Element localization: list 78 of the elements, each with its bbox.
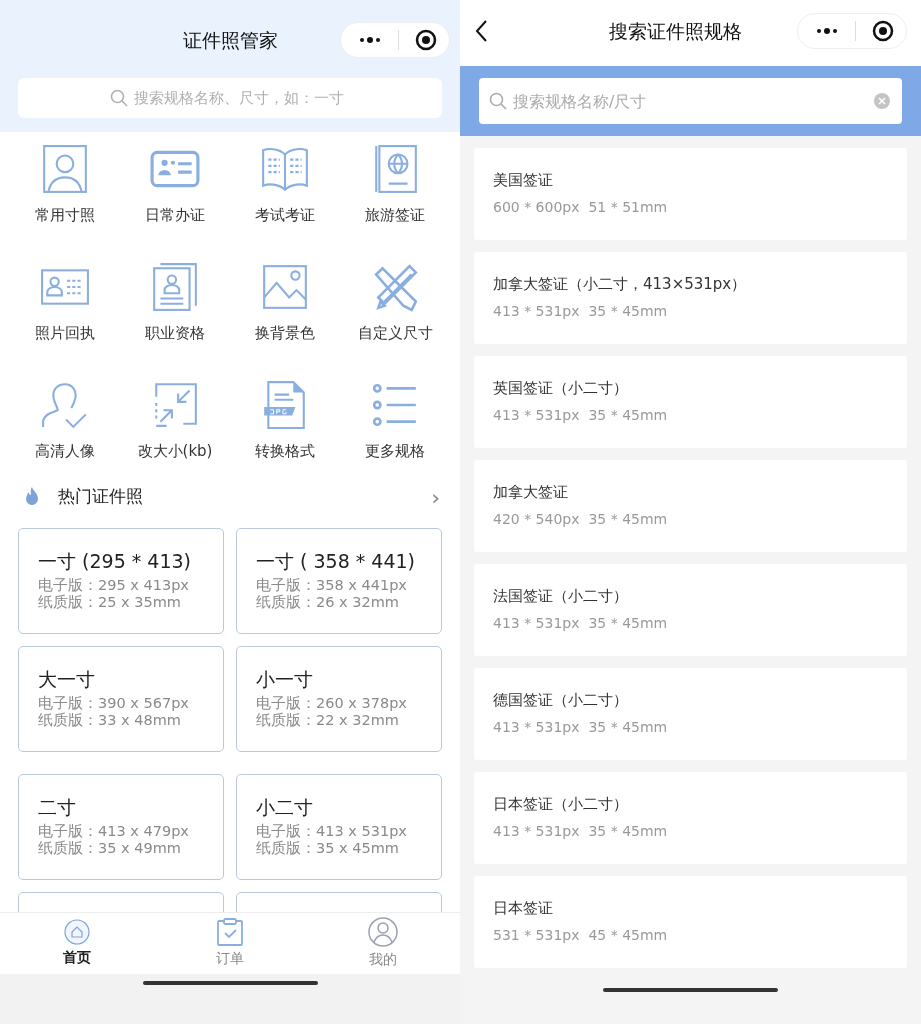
search-field[interactable]: 搜索规格名称、尺寸，如：一寸: [18, 78, 442, 118]
category-item[interactable]: 考试考证: [230, 144, 340, 234]
result-spec: 413 * 531px 35 * 45mm: [493, 614, 669, 632]
category-item[interactable]: 换背景色: [230, 262, 340, 352]
card-detail: 电子版：413 x 479px 纸质版：35 x 49mm: [38, 823, 190, 857]
category-item[interactable]: 旅游签证: [340, 144, 450, 234]
card-detail: 电子版：390 x 567px 纸质版：33 x 48mm: [38, 695, 190, 729]
landscape-image-icon: [260, 262, 310, 312]
result-name: 英国签证（小二寸）: [493, 378, 629, 398]
result-item[interactable]: 日本签证 531 * 531px 45 * 45mm: [474, 876, 907, 968]
result-spec: 413 * 531px 35 * 45mm: [493, 822, 669, 840]
clipboard-check-icon: [217, 918, 243, 946]
tab-bar-item[interactable]: 首页: [0, 913, 154, 974]
result-item[interactable]: 德国签证（小二寸） 413 * 531px 35 * 45mm: [474, 668, 907, 760]
result-spec: 531 * 531px 45 * 45mm: [493, 926, 669, 944]
more-icon: [359, 37, 381, 43]
search-icon: [110, 89, 128, 107]
card-title: 小二寸: [256, 795, 314, 819]
category-item[interactable]: 转换格式: [230, 380, 340, 470]
result-name: 加拿大签证（小二寸，413×531px）: [493, 274, 748, 294]
search-icon: [489, 92, 507, 110]
capsule-menu[interactable]: [340, 22, 450, 58]
result-item[interactable]: 英国签证（小二寸） 413 * 531px 35 * 45mm: [474, 356, 907, 448]
resume-document-icon: [150, 262, 200, 312]
result-spec: 600 * 600px 51 * 51mm: [493, 198, 669, 216]
person-card-icon: [40, 144, 90, 194]
category-item[interactable]: 照片回执: [10, 262, 120, 352]
card-detail: 电子版：413 x 531px 纸质版：35 x 45mm: [256, 823, 408, 857]
result-spec: 413 * 531px 35 * 45mm: [493, 406, 669, 424]
card-detail: 电子版：295 x 413px 纸质版：25 x 35mm: [38, 577, 190, 611]
category-item[interactable]: 职业资格: [120, 262, 230, 352]
home-icon: [63, 919, 90, 945]
card-title: 大一寸: [38, 667, 96, 691]
category-item[interactable]: 日常办证: [120, 144, 230, 234]
card-title: 一寸 (295 * 413): [38, 549, 192, 573]
result-item[interactable]: 美国签证 600 * 600px 51 * 51mm: [474, 148, 907, 240]
card-title: 一寸 ( 358 * 441): [256, 549, 416, 573]
result-name: 日本签证: [493, 898, 554, 918]
section-title: 热门证件照: [58, 485, 143, 509]
result-item[interactable]: 加拿大签证 420 * 540px 35 * 45mm: [474, 460, 907, 552]
category-item[interactable]: 高清人像: [10, 380, 120, 470]
card-detail: 电子版：358 x 441px 纸质版：26 x 32mm: [256, 577, 408, 611]
category-item[interactable]: 改大小(kb): [120, 380, 230, 470]
size-card[interactable]: 一寸 ( 358 * 441) 电子版：358 x 441px 纸质版：26 x 32mm: [236, 528, 442, 634]
result-item[interactable]: 日本签证（小二寸） 413 * 531px 35 * 45mm: [474, 772, 907, 864]
back-icon[interactable]: [474, 19, 488, 43]
result-name: 日本签证（小二寸）: [493, 794, 629, 814]
capsule-menu[interactable]: [797, 13, 907, 49]
card-detail: 电子版：260 x 378px 纸质版：22 x 32mm: [256, 695, 408, 729]
result-name: 德国签证（小二寸）: [493, 690, 629, 710]
result-name: 加拿大签证: [493, 482, 569, 502]
page-title: 证件照管家: [181, 27, 279, 53]
category-item[interactable]: 常用寸照: [10, 144, 120, 234]
card-title: 小一寸: [256, 667, 314, 691]
result-spec: 413 * 531px 35 * 45mm: [493, 718, 669, 736]
size-card[interactable]: 小二寸 电子版：413 x 531px 纸质版：35 x 45mm: [236, 774, 442, 880]
tab-bar-item[interactable]: 订单: [153, 913, 307, 974]
search-field[interactable]: 搜索规格名称/尺寸: [479, 78, 902, 124]
category-item[interactable]: 更多规格: [340, 380, 450, 470]
result-spec: 413 * 531px 35 * 45mm: [493, 302, 669, 320]
target-icon: [872, 20, 894, 42]
chevron-link[interactable]: ›: [431, 480, 440, 514]
result-item[interactable]: 加拿大签证（小二寸，413×531px） 413 * 531px 35 * 45mm: [474, 252, 907, 344]
size-card[interactable]: 一寸 (295 * 413) 电子版：295 x 413px 纸质版：25 x 35mm: [18, 528, 224, 634]
result-item[interactable]: 法国签证（小二寸） 413 * 531px 35 * 45mm: [474, 564, 907, 656]
result-name: 法国签证（小二寸）: [493, 586, 629, 606]
user-icon: [368, 917, 399, 947]
result-name: 美国签证: [493, 170, 554, 190]
category-item[interactable]: 自定义尺寸: [340, 262, 450, 352]
page-title: 搜索证件照规格: [608, 18, 743, 44]
more-icon: [816, 28, 838, 34]
result-spec: 420 * 540px 35 * 45mm: [493, 510, 669, 528]
size-card[interactable]: 小一寸 电子版：260 x 378px 纸质版：22 x 32mm: [236, 646, 442, 752]
size-card[interactable]: 大一寸 电子版：390 x 567px 纸质版：33 x 48mm: [18, 646, 224, 752]
size-card[interactable]: 二寸 电子版：413 x 479px 纸质版：35 x 49mm: [18, 774, 224, 880]
target-icon: [415, 29, 437, 51]
card-title: 二寸: [38, 795, 77, 819]
tab-bar-item[interactable]: 我的: [306, 913, 460, 974]
